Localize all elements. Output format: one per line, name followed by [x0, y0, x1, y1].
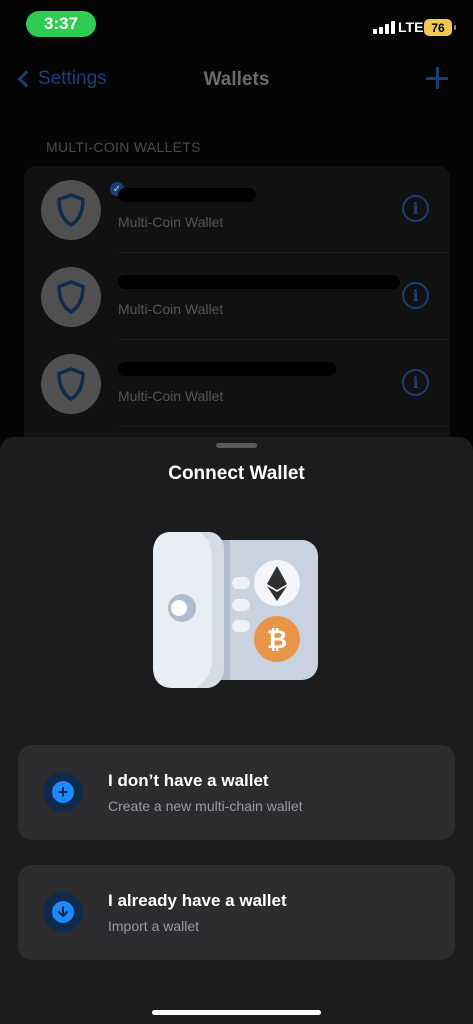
bitcoin-icon: ₿	[254, 616, 300, 662]
info-icon[interactable]: i	[402, 195, 429, 222]
option-title: I don’t have a wallet	[108, 771, 269, 790]
avatar	[41, 354, 101, 414]
avatar	[41, 180, 101, 240]
battery-icon: 76	[424, 19, 456, 36]
battery-level: 76	[431, 20, 445, 35]
info-icon[interactable]: i	[402, 282, 429, 309]
wallet-safe-illustration: ₿	[153, 532, 318, 688]
sheet-grabber[interactable]	[216, 443, 257, 448]
wallet-row[interactable]: ✓ Multi-Coin Wallet i	[24, 166, 450, 253]
redacted-name	[118, 188, 256, 202]
navigation-bar: Settings Wallets	[0, 60, 473, 100]
download-arrow-icon	[43, 892, 83, 932]
connect-wallet-sheet: Connect Wallet ₿ + I don’t have a wallet…	[0, 437, 473, 1024]
wallet-row[interactable]: Multi-Coin Wallet i	[24, 340, 450, 427]
ethereum-icon	[254, 560, 300, 606]
option-subtitle: Import a wallet	[108, 918, 200, 934]
signal-icon	[373, 21, 395, 34]
option-title: I already have a wallet	[108, 891, 287, 910]
info-icon[interactable]: i	[402, 369, 429, 396]
create-wallet-option[interactable]: + I don’t have a wallet Create a new mul…	[18, 745, 455, 840]
wallet-subtitle: Multi-Coin Wallet	[118, 214, 224, 230]
avatar	[41, 267, 101, 327]
wallet-list: ✓ Multi-Coin Wallet i Multi-Coin Wallet …	[24, 166, 450, 446]
redacted-name	[118, 362, 336, 376]
status-time: 3:37	[26, 11, 96, 37]
wallet-subtitle: Multi-Coin Wallet	[118, 388, 224, 404]
shield-icon	[57, 280, 85, 314]
redacted-name	[118, 275, 400, 289]
page-title: Wallets	[203, 69, 270, 90]
import-wallet-option[interactable]: I already have a wallet Import a wallet	[18, 865, 455, 960]
wallet-row[interactable]: Multi-Coin Wallet i	[24, 253, 450, 340]
shield-icon	[57, 367, 85, 401]
svg-text:₿: ₿	[267, 626, 287, 654]
section-label: MULTI-COIN WALLETS	[46, 139, 201, 155]
wallet-subtitle: Multi-Coin Wallet	[118, 301, 224, 317]
shield-icon	[57, 193, 85, 227]
plus-circle-icon: +	[43, 772, 83, 812]
plus-icon[interactable]	[425, 66, 449, 90]
divider	[118, 426, 450, 427]
home-indicator[interactable]	[152, 1010, 321, 1015]
status-bar: 3:37 LTE 76	[0, 0, 473, 50]
option-subtitle: Create a new multi-chain wallet	[108, 798, 303, 814]
network-label: LTE	[398, 19, 424, 35]
sheet-title: Connect Wallet	[168, 463, 305, 484]
